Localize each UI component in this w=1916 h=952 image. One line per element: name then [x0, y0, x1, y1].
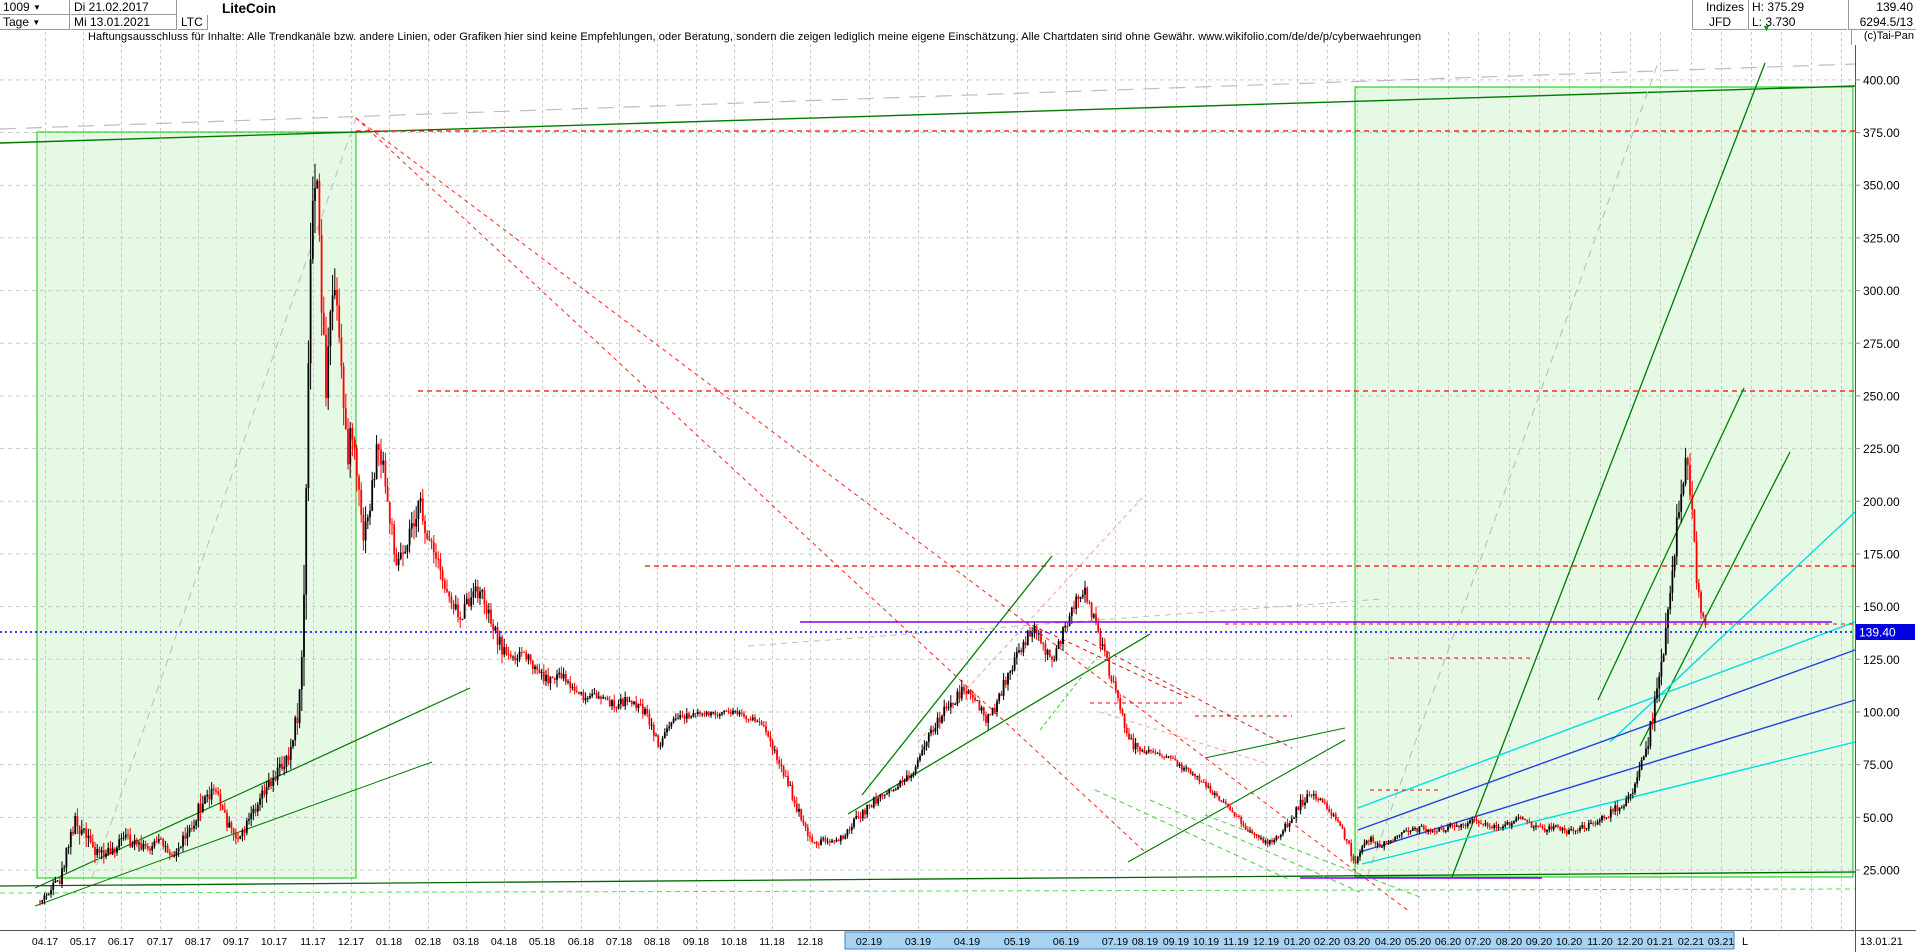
- end-date-field[interactable]: Mi 13.01.2021: [71, 15, 177, 30]
- svg-text:225.00: 225.00: [1863, 442, 1900, 456]
- index-value-label: 6294.5/13: [1848, 15, 1916, 30]
- svg-text:150.00: 150.00: [1863, 600, 1900, 614]
- instrument-title: LiteCoin: [218, 1, 280, 16]
- svg-text:04.17: 04.17: [32, 936, 58, 948]
- svg-text:139.40: 139.40: [1859, 626, 1896, 640]
- chevron-down-icon: ▼: [32, 18, 41, 27]
- svg-text:09.17: 09.17: [223, 936, 249, 948]
- svg-text:12.20: 12.20: [1617, 936, 1643, 948]
- svg-text:06.20: 06.20: [1435, 936, 1461, 948]
- svg-text:07.19: 07.19: [1102, 936, 1128, 948]
- svg-text:12.19: 12.19: [1253, 936, 1279, 948]
- svg-text:02.19: 02.19: [856, 936, 882, 948]
- svg-text:05.18: 05.18: [529, 936, 555, 948]
- svg-text:L: L: [1742, 936, 1748, 948]
- svg-text:11.19: 11.19: [1223, 936, 1249, 948]
- svg-text:375.00: 375.00: [1863, 126, 1900, 140]
- period-high-label: H: 375.29: [1748, 0, 1847, 15]
- svg-text:11.20: 11.20: [1587, 936, 1613, 948]
- svg-text:06.18: 06.18: [568, 936, 594, 948]
- start-date-field[interactable]: Di 21.02.2017: [71, 0, 177, 15]
- svg-text:50.00: 50.00: [1863, 811, 1893, 825]
- svg-text:01.20: 01.20: [1284, 936, 1310, 948]
- svg-text:09.18: 09.18: [683, 936, 709, 948]
- svg-text:06.17: 06.17: [108, 936, 134, 948]
- svg-text:175.00: 175.00: [1863, 547, 1900, 561]
- svg-text:01.21: 01.21: [1647, 936, 1673, 948]
- copyright-label: (c)Tai-Pan: [1851, 30, 1916, 45]
- disclaimer-text: Haftungsausschluss für Inhalte: Alle Tre…: [88, 31, 1422, 43]
- svg-text:03.21: 03.21: [1708, 936, 1734, 948]
- exchange-label: Indizes: [1692, 0, 1747, 15]
- svg-text:02.21: 02.21: [1678, 936, 1704, 948]
- svg-text:08.19: 08.19: [1132, 936, 1158, 948]
- svg-text:10.20: 10.20: [1556, 936, 1582, 948]
- svg-text:11.18: 11.18: [759, 936, 785, 948]
- svg-text:275.00: 275.00: [1863, 337, 1900, 351]
- svg-text:05.17: 05.17: [70, 936, 96, 948]
- svg-text:12.18: 12.18: [797, 936, 823, 948]
- svg-text:02.18: 02.18: [415, 936, 441, 948]
- svg-text:11.17: 11.17: [300, 936, 326, 948]
- svg-text:325.00: 325.00: [1863, 231, 1900, 245]
- svg-text:09.19: 09.19: [1163, 936, 1189, 948]
- svg-text:08.17: 08.17: [185, 936, 211, 948]
- svg-text:07.20: 07.20: [1465, 936, 1491, 948]
- svg-text:350.00: 350.00: [1863, 179, 1900, 193]
- svg-text:10.19: 10.19: [1193, 936, 1219, 948]
- taipan-window: 400.00 375.00 350.00 325.00 300.00 275.00 250.…: [0, 0, 1916, 952]
- svg-text:03.19: 03.19: [905, 936, 931, 948]
- svg-text:04.19: 04.19: [954, 936, 980, 948]
- marker-triangle-icon: ▼: [1762, 23, 1771, 33]
- svg-text:10.18: 10.18: [721, 936, 747, 948]
- bars-count-dropdown[interactable]: 1009 ▼: [0, 0, 70, 15]
- svg-text:300.00: 300.00: [1863, 284, 1900, 298]
- svg-text:08.20: 08.20: [1496, 936, 1522, 948]
- svg-text:05.19: 05.19: [1004, 936, 1030, 948]
- svg-text:75.00: 75.00: [1863, 758, 1893, 772]
- svg-text:200.00: 200.00: [1863, 495, 1900, 509]
- svg-text:07.18: 07.18: [606, 936, 632, 948]
- svg-text:09.20: 09.20: [1526, 936, 1552, 948]
- timeframe-dropdown[interactable]: Tage ▼: [0, 15, 70, 30]
- svg-text:13.01.21: 13.01.21: [1860, 936, 1903, 948]
- svg-text:125.00: 125.00: [1863, 653, 1900, 667]
- price-chart[interactable]: 400.00 375.00 350.00 325.00 300.00 275.00 250.…: [0, 0, 1916, 952]
- svg-text:03.20: 03.20: [1344, 936, 1370, 948]
- svg-text:400.00: 400.00: [1863, 73, 1900, 87]
- svg-text:250.00: 250.00: [1863, 389, 1900, 403]
- chevron-down-icon: ▼: [33, 3, 41, 12]
- svg-text:07.17: 07.17: [147, 936, 173, 948]
- current-price-tag: 139.40: [1856, 624, 1915, 640]
- svg-text:08.18: 08.18: [644, 936, 670, 948]
- svg-text:01.18: 01.18: [376, 936, 402, 948]
- svg-text:12.17: 12.17: [338, 936, 364, 948]
- trend-zone-fills: [37, 87, 1853, 878]
- svg-text:04.18: 04.18: [491, 936, 517, 948]
- symbol-label: LTC: [178, 15, 208, 30]
- svg-text:03.18: 03.18: [453, 936, 479, 948]
- svg-text:02.20: 02.20: [1314, 936, 1340, 948]
- svg-text:25.000: 25.000: [1863, 864, 1900, 878]
- feed-label: JFD: [1692, 15, 1747, 30]
- svg-text:05.20: 05.20: [1405, 936, 1431, 948]
- svg-text:06.19: 06.19: [1053, 936, 1079, 948]
- last-price-label: 139.40: [1848, 0, 1916, 15]
- x-axis-labels[interactable]: 04.17 05.17 06.17 07.17 08.17 09.17 10.17 11.17…: [32, 936, 1903, 948]
- svg-text:100.00: 100.00: [1863, 705, 1900, 719]
- svg-text:10.17: 10.17: [261, 936, 287, 948]
- svg-text:04.20: 04.20: [1375, 936, 1401, 948]
